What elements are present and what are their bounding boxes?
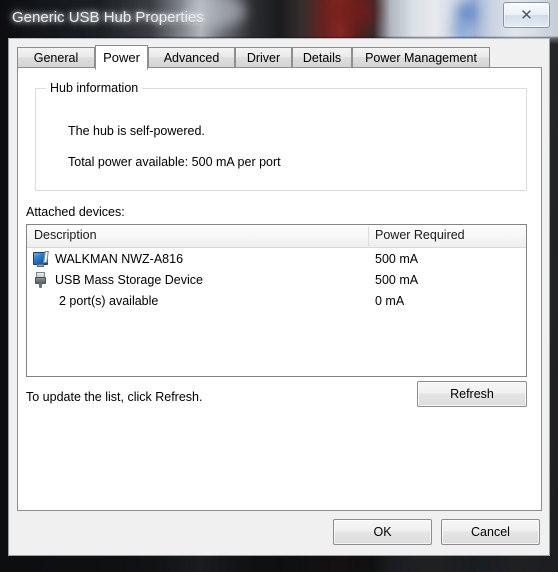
properties-window: Generic USB Hub Properties ✕ General Powe… xyxy=(0,0,558,572)
device-description: USB Mass Storage Device xyxy=(55,273,203,287)
hub-total-power-text: Total power available: 500 mA per port xyxy=(68,155,281,169)
tab-details[interactable]: Details xyxy=(292,47,352,68)
device-row[interactable]: 2 port(s) available 0 mA xyxy=(27,292,526,311)
column-divider xyxy=(368,227,369,246)
desktop-backdrop: Generic USB Hub Properties ✕ General Powe… xyxy=(0,0,558,572)
window-title: Generic USB Hub Properties xyxy=(12,9,204,26)
column-header-power-required[interactable]: Power Required xyxy=(375,228,465,242)
cancel-button[interactable]: Cancel xyxy=(441,519,540,545)
devices-list-header: Description Power Required xyxy=(27,225,526,248)
ok-button[interactable]: OK xyxy=(333,519,432,545)
device-power-required: 500 mA xyxy=(375,273,419,287)
usb-plug-icon xyxy=(33,272,50,288)
hub-power-source-text: The hub is self-powered. xyxy=(68,124,205,138)
attached-devices-list[interactable]: Description Power Required WALKMAN NWZ-A… xyxy=(26,224,527,377)
refresh-button[interactable]: Refresh xyxy=(417,381,527,407)
attached-devices-label: Attached devices: xyxy=(26,205,125,219)
device-row[interactable]: USB Mass Storage Device 500 mA xyxy=(27,271,526,290)
device-row[interactable]: WALKMAN NWZ-A816 500 mA xyxy=(27,250,526,269)
tab-driver[interactable]: Driver xyxy=(235,47,292,68)
refresh-hint-text: To update the list, click Refresh. xyxy=(26,390,203,404)
dialog-client-area: General Power Advanced Driver Details Power M… xyxy=(8,38,550,556)
close-icon: ✕ xyxy=(520,7,533,24)
hub-information-group: Hub information The hub is self-powered.… xyxy=(35,81,527,191)
hub-information-legend: Hub information xyxy=(46,81,143,95)
device-power-required: 0 mA xyxy=(375,294,405,308)
column-header-description[interactable]: Description xyxy=(34,228,97,242)
close-button[interactable]: ✕ xyxy=(503,2,550,28)
monitor-icon xyxy=(33,251,50,267)
device-power-required: 500 mA xyxy=(375,252,419,266)
tab-strip: General Power Advanced Driver Details Power M… xyxy=(17,45,542,70)
tab-power[interactable]: Power xyxy=(95,45,148,70)
title-bar[interactable]: Generic USB Hub Properties ✕ xyxy=(0,0,558,38)
tab-page-power: Hub information The hub is self-powered.… xyxy=(17,67,542,511)
device-description: WALKMAN NWZ-A816 xyxy=(55,252,184,266)
tab-power-management[interactable]: Power Management xyxy=(352,47,490,68)
tab-advanced[interactable]: Advanced xyxy=(148,47,235,68)
device-description: 2 port(s) available xyxy=(59,294,159,308)
tab-general[interactable]: General xyxy=(17,47,95,68)
